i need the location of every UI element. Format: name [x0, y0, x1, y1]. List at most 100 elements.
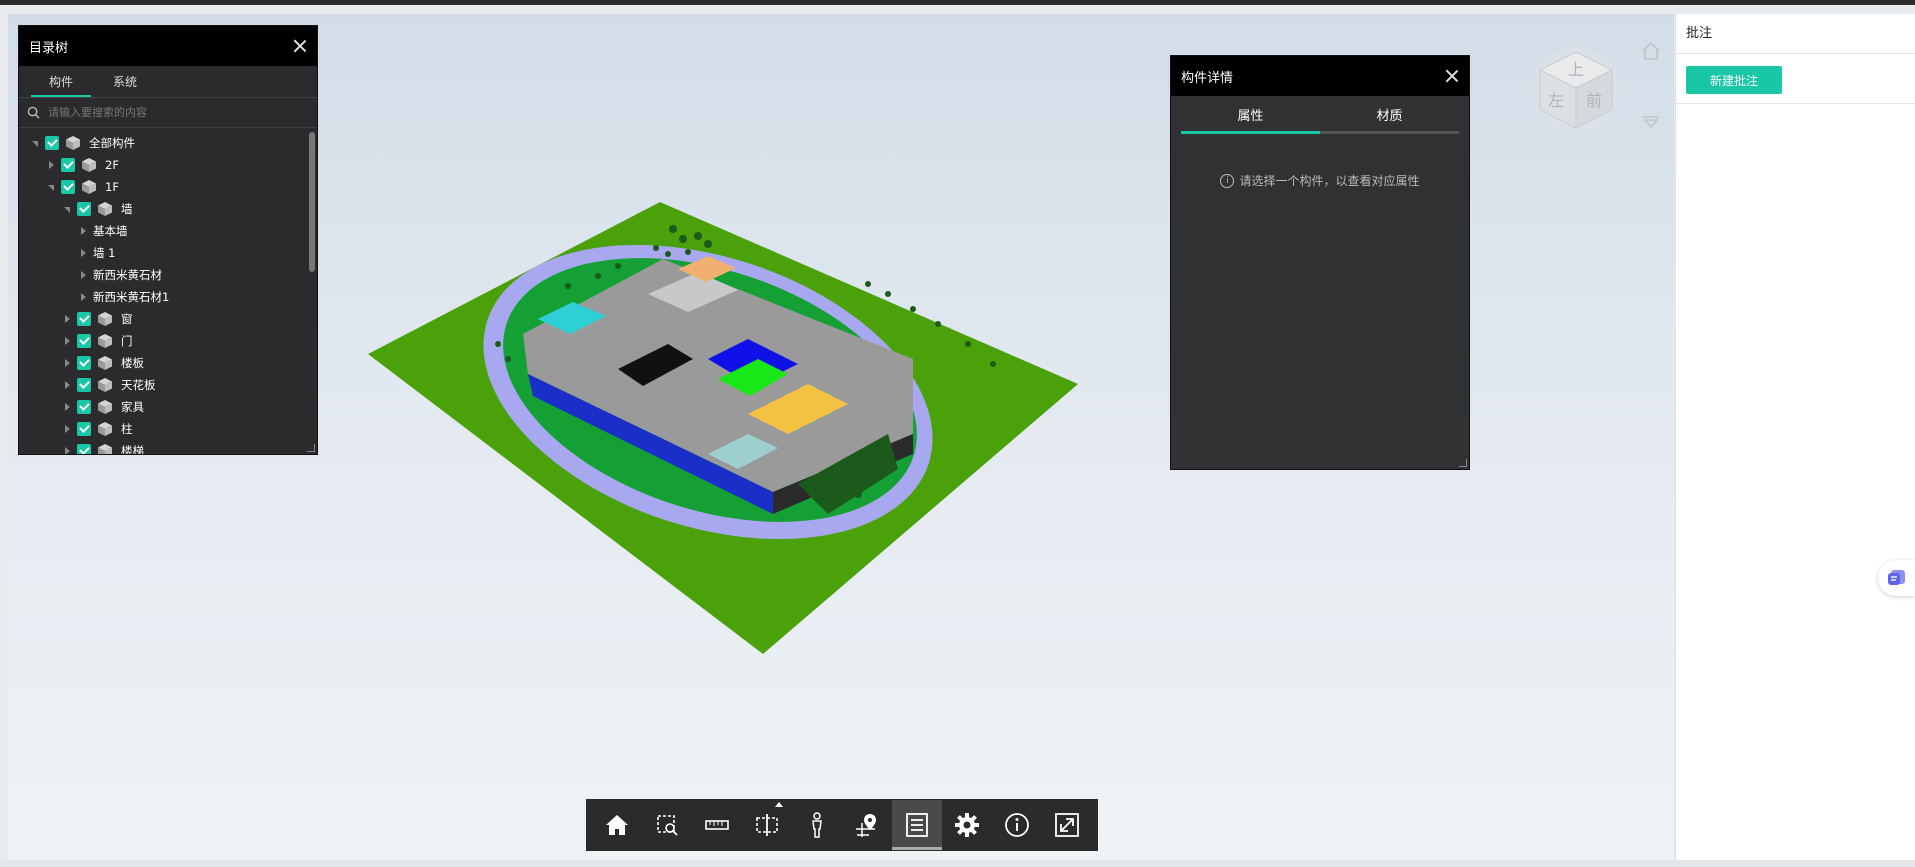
- tree-list: 全部构件 2F 1F 墙基本墙墙 1 新西米黄石材新西米黄石材1 窗门楼板天花板家具柱楼梯: [19, 128, 317, 454]
- tree-item[interactable]: 1F: [19, 176, 317, 198]
- tree-item-checkbox[interactable]: [61, 158, 75, 172]
- bottom-strip: [0, 860, 1915, 867]
- settings-tool[interactable]: [942, 800, 992, 850]
- detail-panel-title: 构件详情: [1181, 70, 1234, 86]
- locate-tool[interactable]: [842, 800, 892, 850]
- tree-item-label: 家具: [121, 400, 144, 414]
- expand-arrow-icon[interactable]: [61, 445, 73, 454]
- tree-item[interactable]: 基本墙: [19, 220, 317, 242]
- tree-item[interactable]: 墙 1: [19, 242, 317, 264]
- section-box-icon: [756, 814, 778, 836]
- tree-panel-title: 目录树: [29, 40, 69, 56]
- detail-tabs: 属性 材质: [1181, 102, 1459, 134]
- tree-item[interactable]: 新西米黄石材: [19, 264, 317, 286]
- tree-item[interactable]: 天花板: [19, 374, 317, 396]
- zoom-box-tool[interactable]: [642, 800, 692, 850]
- gear-icon: [955, 813, 979, 837]
- detail-resize-grip[interactable]: [1459, 459, 1467, 467]
- tree-item-checkbox[interactable]: [77, 334, 91, 348]
- view-cube-left-label: 左: [1548, 91, 1564, 110]
- home-tool[interactable]: [592, 800, 642, 850]
- tab-properties[interactable]: 属性: [1181, 102, 1320, 131]
- tree-item[interactable]: 门: [19, 330, 317, 352]
- detail-close-icon[interactable]: [1445, 69, 1459, 83]
- expand-arrow-icon[interactable]: [61, 357, 73, 369]
- fullscreen-tool[interactable]: [1042, 800, 1092, 850]
- tab-systems[interactable]: 系统: [93, 66, 157, 97]
- tree-item-label: 墙 1: [93, 246, 116, 260]
- info-tool[interactable]: [992, 800, 1042, 850]
- expand-arrow-icon[interactable]: [77, 247, 89, 259]
- detail-hint-text: 请选择一个构件，以查看对应属性: [1239, 174, 1420, 188]
- annotation-panel: 批注 新建批注: [1675, 14, 1915, 860]
- expand-arrow-icon[interactable]: [77, 291, 89, 303]
- expand-arrow-icon[interactable]: [45, 159, 57, 171]
- info-icon: i: [1220, 173, 1235, 188]
- tree-item[interactable]: 楼梯: [19, 440, 317, 454]
- expand-arrow-icon[interactable]: [61, 401, 73, 413]
- list-icon: [906, 813, 928, 837]
- cube-icon: [82, 180, 96, 194]
- view-cube[interactable]: 上 左 前: [1528, 42, 1624, 138]
- expand-arrow-icon[interactable]: [61, 423, 73, 435]
- collapse-arrow-icon[interactable]: [61, 203, 73, 215]
- tree-item-checkbox[interactable]: [77, 444, 91, 454]
- walk-tool[interactable]: [792, 800, 842, 850]
- tree-item-checkbox[interactable]: [45, 136, 59, 150]
- tree-tool[interactable]: [892, 800, 942, 850]
- tree-item-label: 新西米黄石材1: [93, 290, 170, 304]
- tree-item-label: 全部构件: [89, 136, 135, 150]
- cube-icon: [98, 378, 112, 392]
- cube-icon: [82, 158, 96, 172]
- tree-close-icon[interactable]: [293, 39, 307, 53]
- expand-arrow-icon[interactable]: [61, 335, 73, 347]
- expand-arrow-icon[interactable]: [61, 379, 73, 391]
- tree-item[interactable]: 家具: [19, 396, 317, 418]
- collapse-arrow-icon[interactable]: [29, 137, 41, 149]
- view-cube-top-label: 上: [1568, 60, 1584, 79]
- expand-arrow-icon[interactable]: [61, 313, 73, 325]
- tree-item-checkbox[interactable]: [61, 180, 75, 194]
- tree-tabs: 构件 系统: [19, 66, 317, 98]
- section-tool[interactable]: [742, 800, 792, 850]
- tree-item-label: 天花板: [121, 378, 156, 392]
- person-icon: [812, 812, 822, 838]
- tree-item-checkbox[interactable]: [77, 202, 91, 216]
- expand-arrow-icon[interactable]: [77, 225, 89, 237]
- tree-item[interactable]: 窗: [19, 308, 317, 330]
- section-menu-caret[interactable]: [775, 802, 783, 807]
- resize-grip[interactable]: [307, 444, 315, 452]
- tree-item[interactable]: 柱: [19, 418, 317, 440]
- cube-icon: [98, 444, 112, 454]
- info-icon: [1005, 813, 1029, 837]
- tree-item-checkbox[interactable]: [77, 400, 91, 414]
- tab-material[interactable]: 材质: [1320, 102, 1459, 131]
- view-menu-icon[interactable]: [1641, 114, 1661, 130]
- tree-search-input[interactable]: [48, 106, 309, 119]
- tree-item[interactable]: 全部构件: [19, 132, 317, 154]
- tree-item-label: 柱: [121, 422, 133, 436]
- measure-tool[interactable]: [692, 800, 742, 850]
- tree-scrollbar[interactable]: [309, 132, 315, 272]
- directory-tree-panel: 目录树 构件 系统 全部构件 2F 1F墙基本墙墙 1 新西米黄石材新西米黄石材1 窗门…: [18, 25, 318, 455]
- tree-item-checkbox[interactable]: [77, 378, 91, 392]
- tab-components[interactable]: 构件: [29, 66, 93, 97]
- tree-item[interactable]: 新西米黄石材1: [19, 286, 317, 308]
- tree-item-checkbox[interactable]: [77, 422, 91, 436]
- view-home-icon[interactable]: [1640, 40, 1662, 62]
- tree-item-checkbox[interactable]: [77, 356, 91, 370]
- expand-arrow-icon[interactable]: [77, 269, 89, 281]
- cube-icon: [98, 400, 112, 414]
- feedback-chip[interactable]: [1878, 560, 1915, 596]
- collapse-arrow-icon[interactable]: [45, 181, 57, 193]
- component-detail-panel: 构件详情 属性 材质 i 请选择一个构件，以查看对应属性: [1170, 55, 1470, 470]
- tree-item-checkbox[interactable]: [77, 312, 91, 326]
- cube-icon: [98, 312, 112, 326]
- tree-item-label: 楼板: [121, 356, 144, 370]
- detail-hint: i 请选择一个构件，以查看对应属性: [1171, 172, 1469, 189]
- tree-item[interactable]: 2F: [19, 154, 317, 176]
- top-bar: [0, 0, 1915, 5]
- new-annotation-button[interactable]: 新建批注: [1686, 66, 1782, 94]
- tree-item[interactable]: 楼板: [19, 352, 317, 374]
- tree-item[interactable]: 墙: [19, 198, 317, 220]
